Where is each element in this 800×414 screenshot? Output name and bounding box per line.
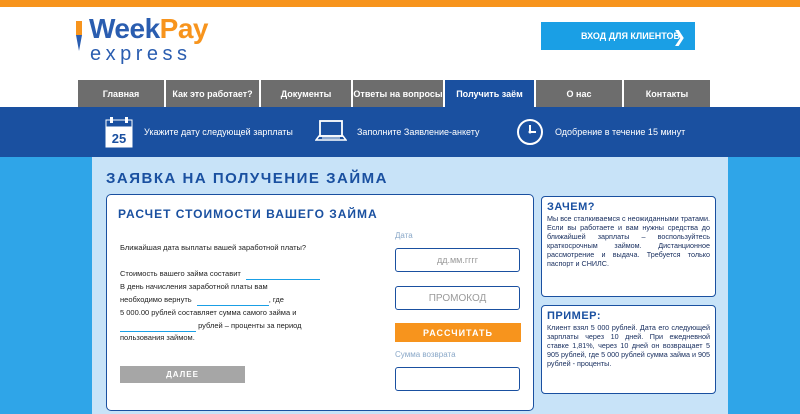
nav-item-faq[interactable]: Ответы на вопросы [353, 80, 443, 107]
step-fill-form-text: Заполните Заявление-анкету [357, 127, 480, 137]
date-label: Дата [395, 231, 413, 240]
interest-text: рублей – проценты за период [196, 321, 302, 330]
loan-cost-line: Стоимость вашего займа составит [120, 267, 320, 280]
principal-line: 5 000.00 рублей составляет сумма самого … [120, 308, 297, 317]
client-login-button[interactable]: ВХОД ДЛЯ КЛИЕНТОВ ❯ [541, 22, 695, 50]
repay-text: необходимо вернуть [120, 295, 192, 304]
nav-item-get-loan[interactable]: Получить заём [445, 80, 534, 107]
salary-date-input[interactable]: дд.мм.гггг [395, 248, 520, 272]
laptop-icon [315, 120, 347, 141]
example-title: ПРИМЕР: [547, 310, 602, 322]
step-salary-date: 25 Укажите дату следующей зарплаты [104, 107, 293, 157]
example-text: Клиент взял 5 000 рублей. Дата его следу… [547, 323, 710, 368]
repay-line-1: В день начисления заработной платы вам [120, 282, 268, 291]
nav-item-about[interactable]: О нас [536, 80, 622, 107]
page-title: ЗАЯВКА НА ПОЛУЧЕНИЕ ЗАЙМА [106, 170, 388, 187]
step-approval: Одобрение в течение 15 минут [515, 107, 685, 157]
step-salary-date-text: Укажите дату следующей зарплаты [144, 127, 293, 137]
nav-item-contacts[interactable]: Контакты [624, 80, 710, 107]
client-login-label: ВХОД ДЛЯ КЛИЕНТОВ [581, 31, 680, 41]
promo-code-input[interactable]: ПРОМОКОД [395, 286, 520, 310]
top-accent-bar [0, 0, 800, 7]
steps-band: 25 Укажите дату следующей зарплаты Запол… [0, 107, 800, 157]
repay-amount-value [196, 297, 269, 306]
loan-cost-value [245, 271, 320, 280]
calendar-icon: 25 [105, 117, 133, 148]
step-approval-text: Одобрение в течение 15 минут [555, 127, 686, 137]
example-box: ПРИМЕР: Клиент взял 5 000 рублей. Дата е… [541, 305, 716, 394]
loan-cost-text: Стоимость вашего займа составит [120, 269, 241, 278]
pencil-logo-icon [76, 21, 82, 51]
usage-period-line: пользования займом. [120, 333, 195, 342]
repay-where-text: , где [268, 295, 284, 304]
why-title: ЗАЧЕМ? [547, 201, 595, 213]
calculator-title: РАСЧЕТ СТОИМОСТИ ВАШЕГО ЗАЙМА [118, 207, 378, 221]
nav-item-documents[interactable]: Документы [261, 80, 351, 107]
step-fill-form: Заполните Заявление-анкету [315, 107, 480, 157]
nav-item-how-it-works[interactable]: Как это работает? [166, 80, 259, 107]
salary-date-question: Ближайшая дата выплаты вашей заработной … [120, 243, 307, 252]
why-text: Мы все сталкиваемся с неожиданными трата… [547, 214, 710, 268]
calculate-button[interactable]: РАССЧИТАТЬ [395, 323, 521, 342]
logo-subtitle: express [90, 43, 192, 65]
chevron-right-icon: ❯ [672, 27, 686, 46]
clock-icon [517, 119, 543, 145]
return-amount-label: Сумма возврата [395, 350, 456, 359]
logo-wordmark: WeekPay [89, 13, 208, 44]
next-button[interactable]: ДАЛЕЕ [120, 366, 245, 383]
nav-item-home[interactable]: Главная [78, 80, 164, 107]
why-box: ЗАЧЕМ? Мы все сталкиваемся с неожиданным… [541, 196, 716, 297]
repay-line-2: необходимо вернуть , где [120, 293, 284, 306]
main-nav: Главная Как это работает? Документы Отве… [78, 80, 722, 107]
return-amount-field [395, 367, 520, 391]
logo[interactable]: WeekPay express [72, 13, 242, 65]
calendar-day: 25 [112, 131, 126, 146]
